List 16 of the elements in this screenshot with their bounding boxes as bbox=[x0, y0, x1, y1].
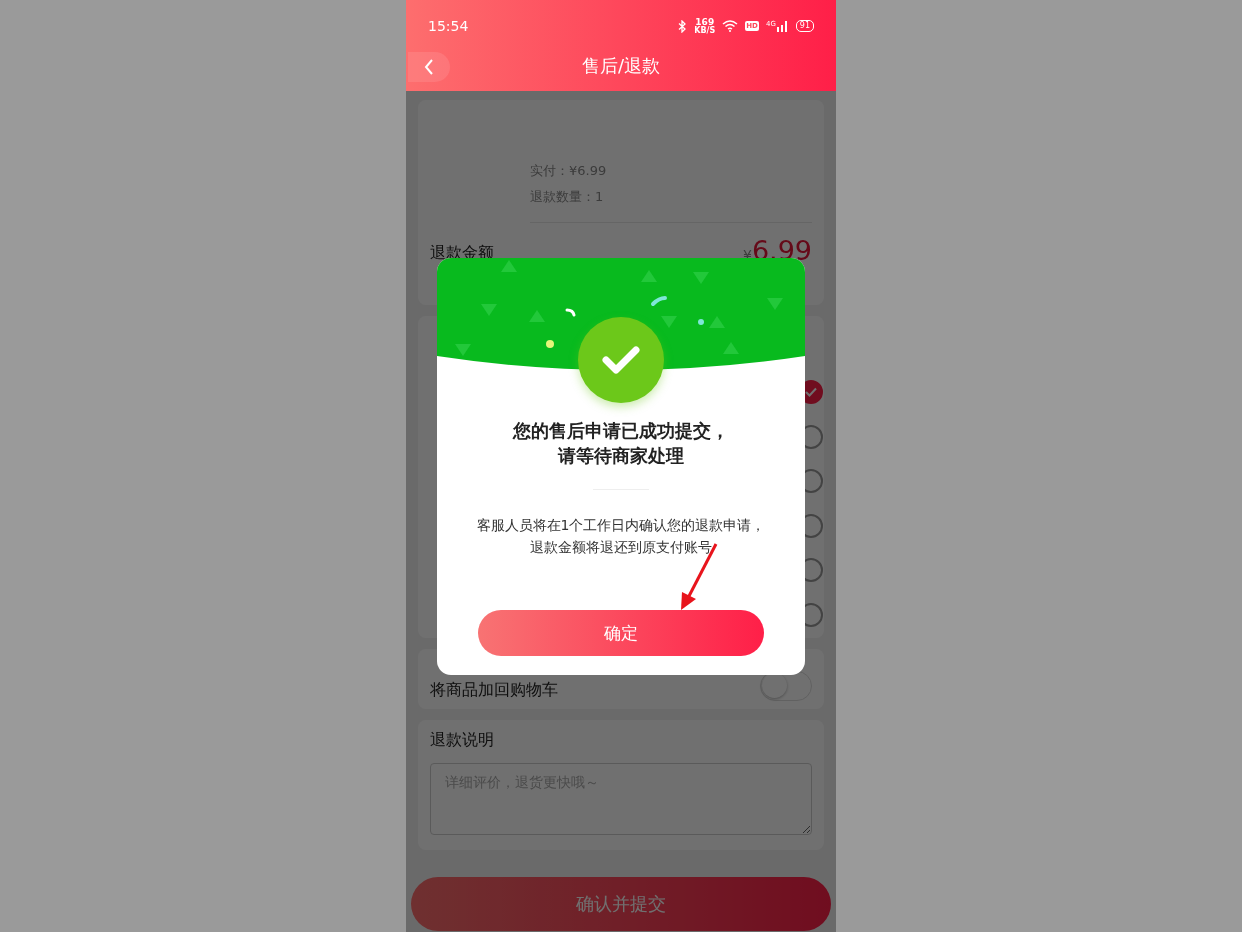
toggle-switch[interactable] bbox=[760, 671, 812, 701]
confirm-button[interactable]: 确定 bbox=[478, 610, 764, 656]
dialog-message: 客服人员将在1个工作日内确认您的退款申请，退款金额将退还到原支付账号 bbox=[476, 516, 766, 557]
wifi-icon bbox=[722, 20, 739, 32]
battery-level: 91 bbox=[795, 20, 814, 32]
submit-button[interactable]: 确认并提交 bbox=[411, 877, 831, 931]
note-title: 退款说明 bbox=[430, 730, 495, 751]
chevron-left-icon bbox=[424, 59, 434, 75]
success-check-icon bbox=[578, 317, 664, 403]
dialog-title: 您的售后申请已成功提交， 请等待商家处理 bbox=[513, 419, 729, 468]
page-title: 售后/退款 bbox=[581, 53, 661, 78]
bluetooth-icon bbox=[678, 19, 688, 33]
status-time: 15:54 bbox=[428, 18, 469, 34]
add-to-cart-label: 将商品加回购物车 bbox=[430, 680, 558, 701]
network-speed: 169 KB/S bbox=[694, 17, 716, 35]
signal-icon bbox=[776, 20, 789, 32]
